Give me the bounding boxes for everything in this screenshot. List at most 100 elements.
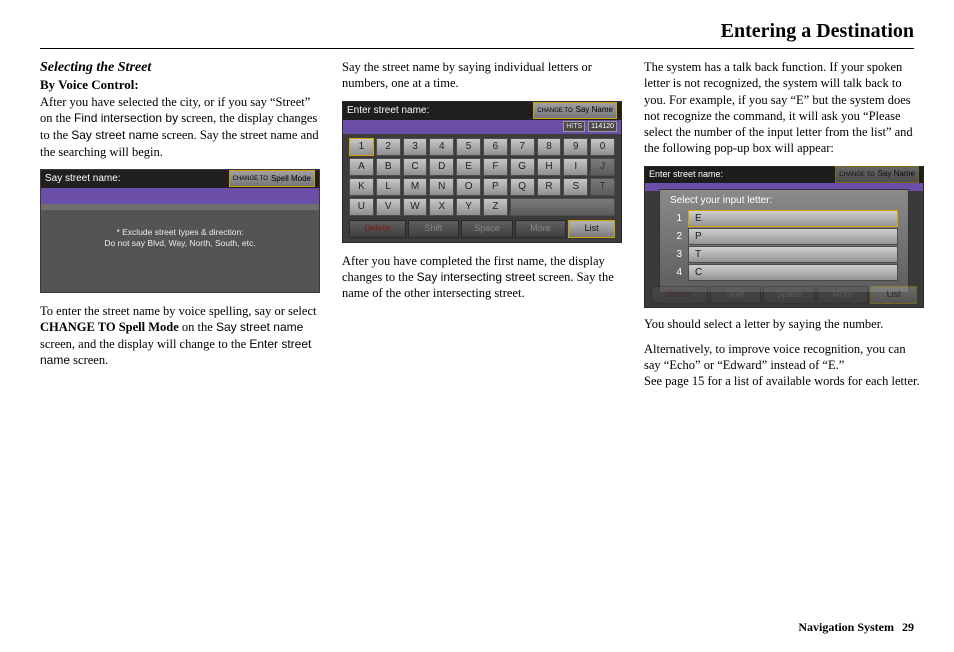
- mode-label: Spell Mode: [271, 174, 311, 184]
- key-s[interactable]: S: [563, 178, 588, 196]
- screen-note: * Exclude street types & direction: Do n…: [41, 215, 319, 261]
- key-1[interactable]: 1: [349, 138, 374, 156]
- section-heading: Selecting the Street: [40, 59, 320, 77]
- change-to-say-name-button: CHANGE TO Say Name: [835, 166, 919, 183]
- delete-button[interactable]: Delete: [349, 220, 406, 238]
- text: screen.: [70, 353, 108, 367]
- key-9[interactable]: 9: [563, 138, 588, 156]
- key-b[interactable]: B: [376, 158, 401, 176]
- key-i[interactable]: I: [563, 158, 588, 176]
- option-number: 2: [670, 230, 682, 243]
- change-to-say-name-button[interactable]: CHANGE TO Say Name: [533, 102, 617, 119]
- more-button: More: [817, 286, 869, 304]
- key-d[interactable]: D: [429, 158, 454, 176]
- key-v[interactable]: V: [376, 198, 401, 216]
- paragraph: To enter the street name by voice spelli…: [40, 303, 320, 369]
- key-0[interactable]: 0: [590, 138, 615, 156]
- option-number: 4: [670, 266, 682, 279]
- hits-label: HITS: [563, 121, 585, 132]
- key-t[interactable]: T: [590, 178, 615, 196]
- mode-label: Say Name: [878, 169, 915, 179]
- change-to-label: CHANGE TO: [233, 176, 268, 182]
- paragraph: After you have selected the city, or if …: [40, 94, 320, 160]
- key-h[interactable]: H: [537, 158, 562, 176]
- key-a[interactable]: A: [349, 158, 374, 176]
- key-k[interactable]: K: [349, 178, 374, 196]
- key-x[interactable]: X: [429, 198, 454, 216]
- popup-title: Select your input letter:: [670, 194, 898, 207]
- screenshot-say-street: Say street name: CHANGE TO Spell Mode * …: [40, 169, 320, 293]
- key-p[interactable]: P: [483, 178, 508, 196]
- popup-option-4[interactable]: 4 C: [670, 264, 898, 282]
- key-q[interactable]: Q: [510, 178, 535, 196]
- ui-term: Say intersecting street: [417, 270, 536, 284]
- key-y[interactable]: Y: [456, 198, 481, 216]
- list-button[interactable]: List: [568, 220, 615, 238]
- key-e[interactable]: E: [456, 158, 481, 176]
- key-m[interactable]: M: [403, 178, 428, 196]
- text: screen, and the display will change to t…: [40, 337, 249, 351]
- key-w[interactable]: W: [403, 198, 428, 216]
- key-3[interactable]: 3: [403, 138, 428, 156]
- option-number: 1: [670, 212, 682, 225]
- list-button: List: [870, 286, 917, 304]
- ui-term: Say street name: [216, 320, 303, 334]
- space-button: Space: [763, 286, 815, 304]
- key-5[interactable]: 5: [456, 138, 481, 156]
- key-j[interactable]: J: [590, 158, 615, 176]
- key-r[interactable]: R: [537, 178, 562, 196]
- screen-title: Enter street name:: [649, 169, 723, 181]
- paragraph: You should select a letter by saying the…: [644, 316, 924, 332]
- key-u[interactable]: U: [349, 198, 374, 216]
- subsection-heading: By Voice Control:: [40, 77, 320, 94]
- popup-option-1[interactable]: 1 E: [670, 210, 898, 228]
- paragraph: Alternatively, to improve voice recognit…: [644, 341, 924, 374]
- bold-text: CHANGE TO Spell Mode: [40, 320, 179, 334]
- page-title: Entering a Destination: [40, 18, 914, 49]
- mode-label: Say Name: [576, 105, 613, 115]
- paragraph: Say the street name by saying individual…: [342, 59, 622, 92]
- text: To enter the street name by voice spelli…: [40, 304, 316, 318]
- key-o[interactable]: O: [456, 178, 481, 196]
- change-to-spell-mode-button[interactable]: CHANGE TO Spell Mode: [229, 170, 315, 187]
- option-letter: E: [688, 210, 898, 227]
- option-number: 3: [670, 248, 682, 261]
- option-letter: T: [688, 246, 898, 263]
- column-2: Say the street name by saying individual…: [342, 59, 622, 399]
- option-letter: C: [688, 264, 898, 281]
- paragraph: After you have completed the first name,…: [342, 253, 622, 302]
- key-blank: [510, 198, 615, 216]
- shift-button[interactable]: Shift: [408, 220, 460, 238]
- delete-button: Delete: [651, 286, 708, 304]
- key-f[interactable]: F: [483, 158, 508, 176]
- keyboard-grid: 1 2 3 4 5 6 7 8 9 0 A B C D E F G: [343, 134, 621, 218]
- space-button[interactable]: Space: [461, 220, 513, 238]
- popup-option-3[interactable]: 3 T: [670, 246, 898, 264]
- change-to-label: CHANGE TO: [537, 108, 572, 114]
- key-c[interactable]: C: [403, 158, 428, 176]
- key-n[interactable]: N: [429, 178, 454, 196]
- paragraph: The system has a talk back function. If …: [644, 59, 924, 157]
- key-6[interactable]: 6: [483, 138, 508, 156]
- key-g[interactable]: G: [510, 158, 535, 176]
- key-z[interactable]: Z: [483, 198, 508, 216]
- more-button[interactable]: More: [515, 220, 567, 238]
- key-l[interactable]: L: [376, 178, 401, 196]
- ui-term: Say street name: [71, 128, 158, 142]
- ui-term: Find intersection by: [74, 111, 178, 125]
- key-8[interactable]: 8: [537, 138, 562, 156]
- hits-value: 114120: [588, 121, 617, 132]
- screen-title: Enter street name:: [347, 104, 429, 117]
- key-7[interactable]: 7: [510, 138, 535, 156]
- change-to-label: CHANGE TO: [839, 172, 874, 178]
- page-number: 29: [902, 620, 914, 634]
- key-2[interactable]: 2: [376, 138, 401, 156]
- column-1: Selecting the Street By Voice Control: A…: [40, 59, 320, 399]
- key-4[interactable]: 4: [429, 138, 454, 156]
- page-footer: Navigation System29: [798, 620, 914, 636]
- text: on the: [179, 320, 216, 334]
- screenshot-popup: Enter street name: CHANGE TO Say Name Se…: [644, 166, 924, 308]
- shift-button: Shift: [710, 286, 762, 304]
- column-3: The system has a talk back function. If …: [644, 59, 924, 399]
- popup-option-2[interactable]: 2 P: [670, 228, 898, 246]
